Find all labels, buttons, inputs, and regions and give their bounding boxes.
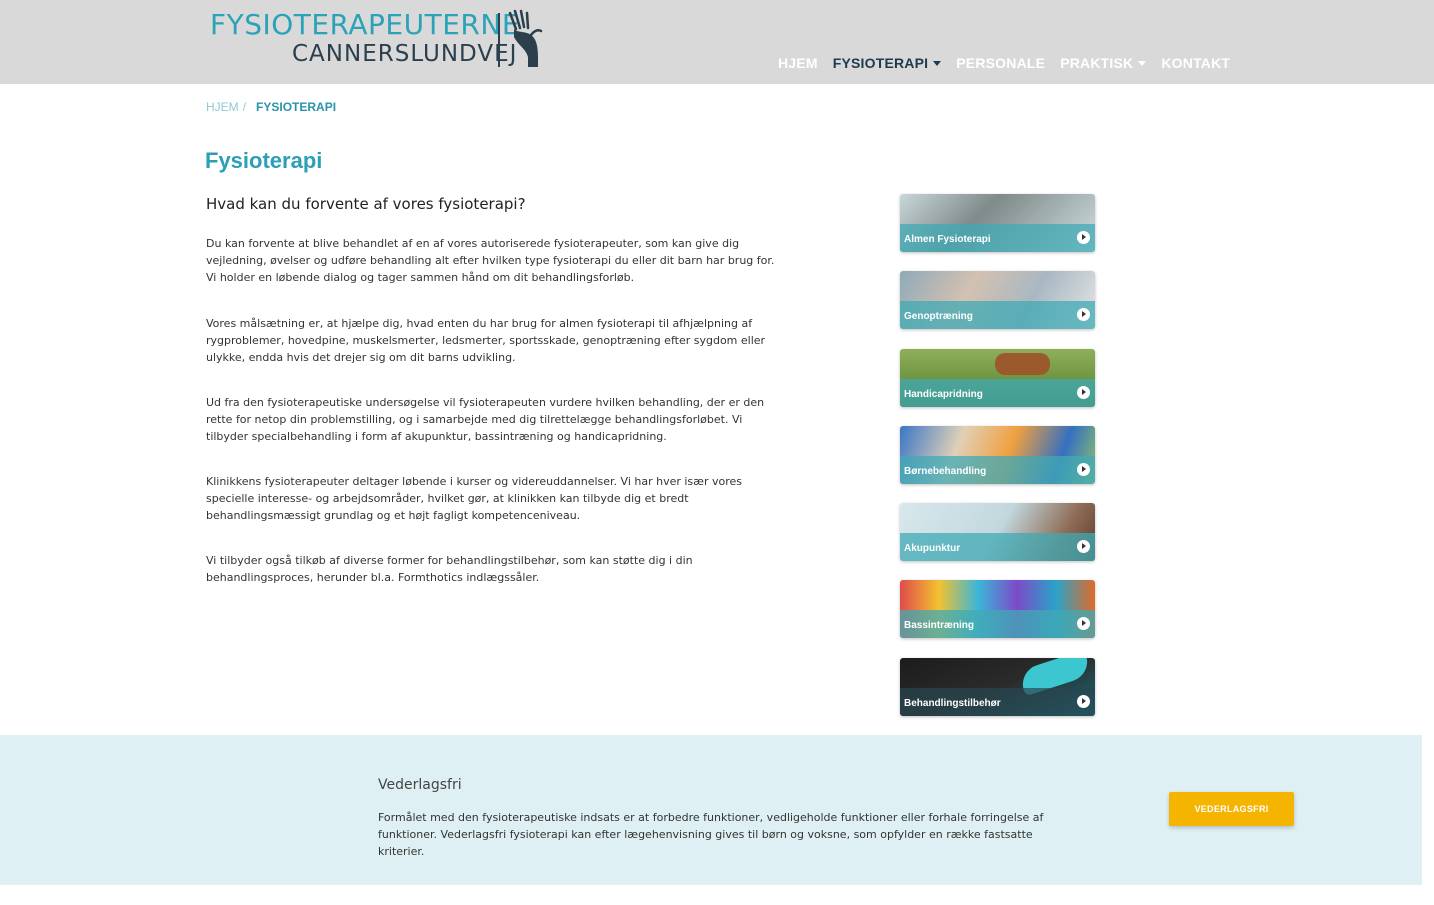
service-card-almen-fysioterapi[interactable]: Almen Fysioterapi [900, 194, 1095, 252]
nav-item-personale[interactable]: PERSONALE [956, 53, 1045, 73]
card-label: Genoptræning [904, 311, 973, 322]
band-text: Formålet med den fysioterapeutiske indsa… [378, 811, 1044, 858]
caret-down-icon [1138, 60, 1147, 66]
horse-image [995, 353, 1050, 375]
arrow-right-icon [1077, 617, 1090, 630]
body-paragraph: Ud fra den fysioterapeutiske undersøgels… [206, 396, 765, 443]
nav-label: FYSIOTERAPI [832, 55, 929, 71]
service-card-behandlingstilbehoer[interactable]: Behandlingstilbehør [900, 658, 1095, 716]
body-paragraph: Vi tilbyder også tilkøb af diverse forme… [206, 554, 693, 584]
arrow-right-icon [1077, 540, 1090, 553]
arrow-right-icon [1077, 308, 1090, 321]
arrow-right-icon [1077, 463, 1090, 476]
nav-item-kontakt[interactable]: KONTAKT [1161, 53, 1230, 73]
card-label: Behandlingstilbehør [904, 698, 1001, 709]
arrow-right-icon [1077, 386, 1090, 399]
logo-text-line1: FYSIOTERAPEUTERNE [210, 8, 521, 41]
vederlagsfri-button[interactable]: VEDERLAGSFRI [1169, 792, 1294, 826]
nav-item-hjem[interactable]: HJEM [778, 53, 818, 73]
arrow-right-icon [1077, 231, 1090, 244]
page-subtitle: Hvad kan du forvente af vores fysioterap… [206, 195, 526, 213]
body-paragraph: Du kan forvente at blive behandlet af en… [206, 237, 775, 284]
card-label: Bassintræning [904, 620, 975, 631]
nav-label: HJEM [778, 55, 818, 71]
service-card-akupunktur[interactable]: Akupunktur [900, 503, 1095, 561]
arrow-right-icon [1077, 695, 1090, 708]
service-card-bassintraening[interactable]: Bassintræning [900, 580, 1095, 638]
body-paragraph: Vores målsætning er, at hjælpe dig, hvad… [206, 317, 766, 364]
nav-item-fysioterapi[interactable]: FYSIOTERAPI [833, 53, 942, 73]
band-title: Vederlagsfri [378, 777, 462, 793]
card-label: Almen Fysioterapi [904, 234, 991, 245]
breadcrumb-current: FYSIOTERAPI [256, 100, 337, 114]
site-logo[interactable]: FYSIOTERAPEUTERNE CANNERSLUNDVEJ [210, 9, 550, 71]
main-nav: HJEM FYSIOTERAPI PERSONALE PRAKTISK KONT… [778, 53, 1245, 73]
nav-label: KONTAKT [1161, 55, 1231, 71]
body-paragraph: Klinikkens fysioterapeuter deltager løbe… [206, 475, 743, 522]
page-title: Fysioterapi [205, 148, 323, 173]
site-header: FYSIOTERAPEUTERNE CANNERSLUNDVEJ HJEM FY… [0, 0, 1434, 84]
nav-label: PERSONALE [956, 55, 1046, 71]
breadcrumb-separator: / [242, 100, 247, 114]
breadcrumb: HJEM / FYSIOTERAPI [206, 100, 336, 114]
nav-label: PRAKTISK [1060, 55, 1134, 71]
card-label: Børnebehandling [904, 466, 987, 477]
nav-item-praktisk[interactable]: PRAKTISK [1060, 53, 1147, 73]
breadcrumb-home-link[interactable]: HJEM [206, 100, 239, 114]
logo-text-line2: CANNERSLUNDVEJ [292, 41, 518, 67]
service-card-boernebehandling[interactable]: Børnebehandling [900, 426, 1095, 484]
hand-logo-icon [508, 9, 543, 67]
caret-down-icon [933, 60, 942, 66]
service-card-handicapridning[interactable]: Handicapridning [900, 349, 1095, 407]
card-label: Handicapridning [904, 389, 983, 400]
service-card-genoptraening[interactable]: Genoptræning [900, 271, 1095, 329]
logo-divider [498, 13, 500, 67]
card-label: Akupunktur [904, 543, 961, 554]
